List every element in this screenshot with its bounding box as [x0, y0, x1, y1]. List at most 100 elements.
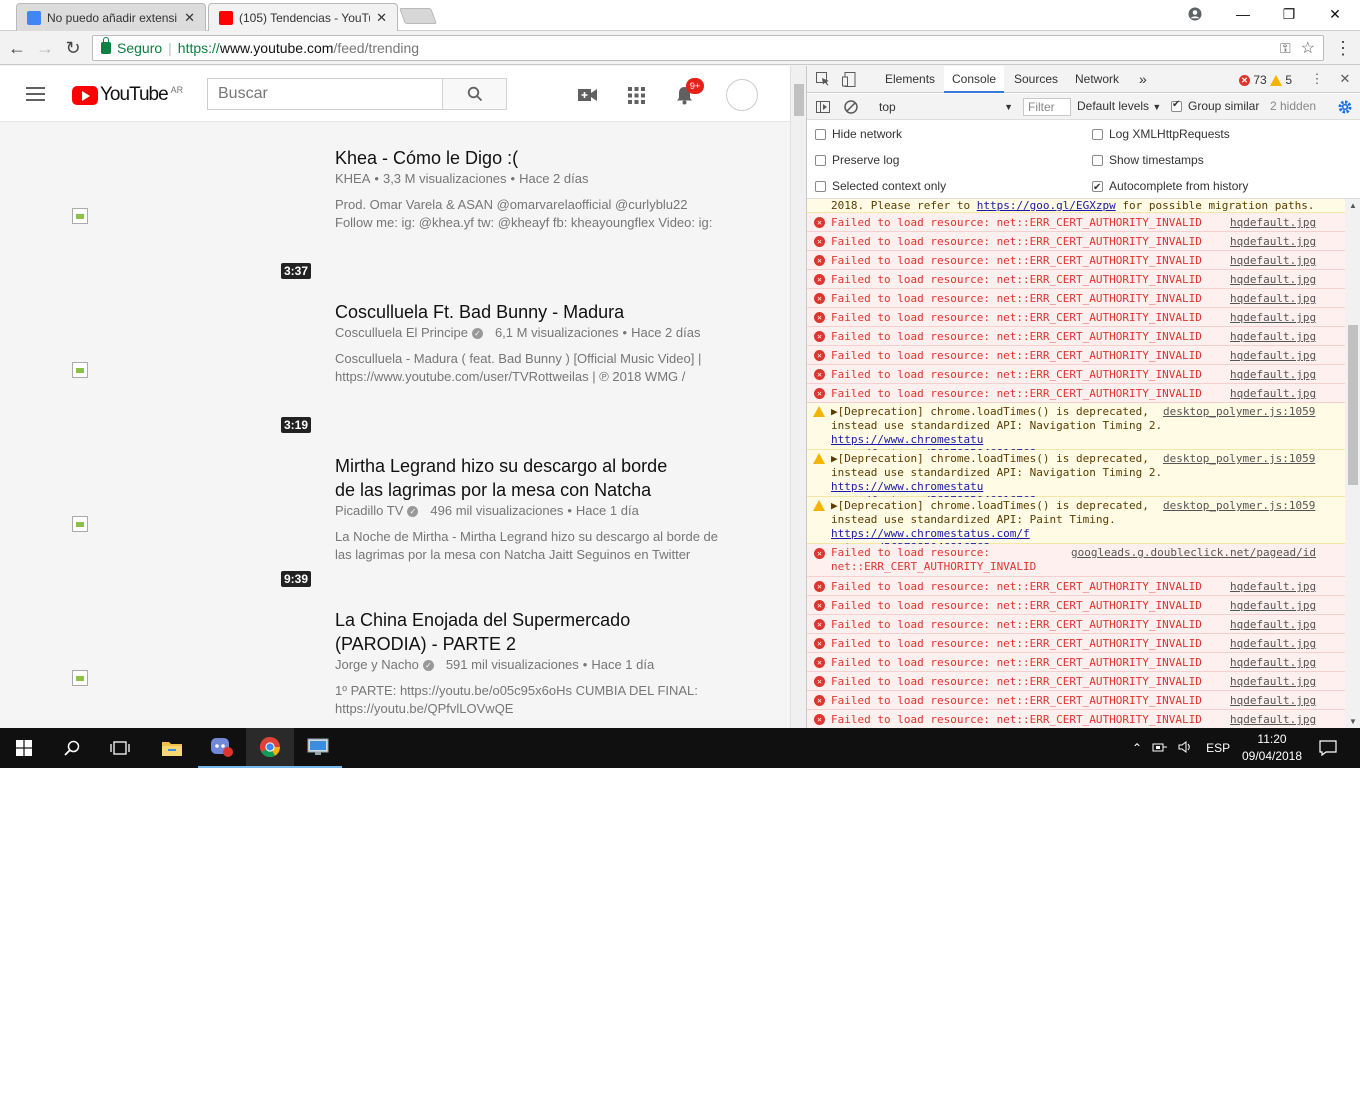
taskbar-clock[interactable]: 11:20 09/04/2018: [1236, 731, 1308, 765]
video-thumbnail-icon[interactable]: [72, 516, 88, 532]
source-link[interactable]: hqdefault.jpg: [1230, 368, 1316, 381]
avatar[interactable]: [726, 79, 758, 111]
hide-network-checkbox[interactable]: [815, 129, 826, 141]
video-item[interactable]: La China Enojada del Supermercado (PAROD…: [0, 598, 790, 728]
source-link[interactable]: hqdefault.jpg: [1230, 330, 1316, 343]
browser-tab-help[interactable]: No puedo añadir extensi ✕: [16, 3, 206, 31]
log-levels-dropdown[interactable]: Default levels ▼: [1077, 99, 1161, 113]
video-title[interactable]: Mirtha Legrand hizo su descargo al borde…: [335, 454, 675, 502]
more-tabs-icon[interactable]: »: [1131, 66, 1155, 93]
page-scrollbar[interactable]: [790, 66, 806, 728]
channel-name[interactable]: Cosculluela El Principe: [335, 325, 468, 340]
network-icon[interactable]: [1152, 741, 1168, 756]
clear-console-icon[interactable]: [843, 99, 859, 115]
language-indicator[interactable]: ESP: [1206, 741, 1230, 755]
source-link[interactable]: hqdefault.jpg: [1230, 637, 1316, 650]
key-icon[interactable]: ⚿: [1280, 40, 1291, 57]
channel-name[interactable]: KHEA: [335, 171, 370, 186]
source-link[interactable]: hqdefault.jpg: [1230, 387, 1316, 400]
group-similar-checkbox[interactable]: [1171, 99, 1182, 113]
task-view-icon[interactable]: [96, 728, 144, 768]
action-center-icon[interactable]: [1304, 728, 1352, 768]
video-thumbnail-icon[interactable]: [72, 208, 88, 224]
autocomplete-checkbox[interactable]: [1092, 179, 1103, 197]
show-timestamps-option[interactable]: Show timestamps: [1092, 151, 1204, 169]
source-link[interactable]: hqdefault.jpg: [1230, 216, 1316, 229]
source-link[interactable]: hqdefault.jpg: [1230, 713, 1316, 726]
hamburger-menu-icon[interactable]: [26, 87, 45, 105]
new-tab-button[interactable]: [399, 8, 437, 24]
source-link[interactable]: hqdefault.jpg: [1230, 675, 1316, 688]
error-counter[interactable]: ✕ 73 5: [1239, 73, 1292, 87]
source-link[interactable]: desktop_polymer.js:1059: [1163, 405, 1315, 418]
chromestatus-link[interactable]: https://www.chromestatus.com/f: [831, 527, 1030, 540]
back-arrow-icon[interactable]: ←: [6, 37, 28, 59]
source-link[interactable]: hqdefault.jpg: [1230, 694, 1316, 707]
source-link[interactable]: hqdefault.jpg: [1230, 349, 1316, 362]
search-icon[interactable]: [48, 728, 96, 768]
scroll-up-arrow-icon[interactable]: ▲: [1349, 201, 1357, 210]
tab-console[interactable]: Console: [944, 66, 1005, 93]
video-item[interactable]: 9:39 Mirtha Legrand hizo su descargo al …: [0, 444, 790, 594]
source-link[interactable]: hqdefault.jpg: [1230, 599, 1316, 612]
profile-icon[interactable]: [1172, 0, 1218, 28]
tab-sources[interactable]: Sources: [1006, 66, 1066, 93]
video-thumbnail-icon[interactable]: [72, 362, 88, 378]
chrome-menu-icon[interactable]: ⋮: [1332, 37, 1354, 59]
source-link[interactable]: googleads.g.doubleclick.net/pagead/id: [1071, 546, 1316, 559]
source-link[interactable]: hqdefault.jpg: [1230, 656, 1316, 669]
log-xhr-checkbox[interactable]: [1092, 129, 1103, 141]
show-hidden-icons-icon[interactable]: ⌃: [1132, 741, 1142, 755]
video-title[interactable]: La China Enojada del Supermercado (PAROD…: [335, 608, 675, 656]
video-title[interactable]: Cosculluela Ft. Bad Bunny - Madura: [335, 300, 715, 324]
group-similar-toggle[interactable]: Group similar: [1171, 99, 1259, 113]
file-explorer-icon[interactable]: [148, 728, 196, 768]
autocomplete-option[interactable]: Autocomplete from history: [1092, 177, 1248, 197]
inspect-element-icon[interactable]: [815, 71, 831, 87]
page-scrollbar-thumb[interactable]: [794, 84, 804, 116]
search-button[interactable]: [442, 78, 507, 110]
restore-icon[interactable]: ❐: [1266, 0, 1312, 28]
close-tab-icon[interactable]: ✕: [376, 10, 387, 26]
source-link[interactable]: hqdefault.jpg: [1230, 580, 1316, 593]
video-thumbnail-icon[interactable]: [72, 670, 88, 686]
show-sidebar-icon[interactable]: [815, 99, 831, 115]
video-item[interactable]: 3:19 Cosculluela Ft. Bad Bunny - Madura …: [0, 290, 790, 440]
upload-video-icon[interactable]: [577, 84, 599, 106]
device-toolbar-icon[interactable]: [841, 71, 857, 87]
browser-tab-youtube[interactable]: (105) Tendencias - YouTu ✕: [208, 3, 398, 31]
channel-name[interactable]: Jorge y Nacho: [335, 657, 419, 672]
reload-icon[interactable]: ↻: [62, 37, 84, 59]
source-link[interactable]: hqdefault.jpg: [1230, 292, 1316, 305]
source-link[interactable]: hqdefault.jpg: [1230, 311, 1316, 324]
chromestatus-link[interactable]: https://www.chromestatu: [831, 433, 983, 446]
preserve-log-checkbox[interactable]: [815, 155, 826, 167]
forward-arrow-icon[interactable]: →: [34, 37, 56, 59]
channel-name[interactable]: Picadillo TV: [335, 503, 403, 518]
address-bar[interactable]: Seguro | https://www.youtube.com/feed/tr…: [92, 35, 1324, 61]
migration-link[interactable]: https://goo.gl/EGXzpw: [977, 199, 1116, 212]
remote-desktop-icon[interactable]: [294, 728, 342, 768]
selected-context-option[interactable]: Selected context only: [815, 177, 946, 195]
video-item[interactable]: 3:37 Khea - Cómo le Digo :( KHEA • 3,3 M v…: [0, 136, 790, 286]
source-link[interactable]: hqdefault.jpg: [1230, 618, 1316, 631]
source-link[interactable]: hqdefault.jpg: [1230, 235, 1316, 248]
video-title[interactable]: Khea - Cómo le Digo :(: [335, 146, 715, 170]
source-link[interactable]: hqdefault.jpg: [1230, 273, 1316, 286]
console-scrollbar[interactable]: ▲ ▼: [1345, 199, 1360, 728]
minimize-icon[interactable]: —: [1220, 0, 1266, 28]
source-link[interactable]: desktop_polymer.js:1059: [1163, 452, 1315, 465]
console-settings-gear-icon[interactable]: [1337, 99, 1353, 115]
context-selector[interactable]: top ▼: [873, 98, 1013, 116]
tab-elements[interactable]: Elements: [877, 66, 943, 93]
close-devtools-icon[interactable]: ✕: [1337, 71, 1353, 87]
close-window-icon[interactable]: ✕: [1312, 0, 1358, 28]
log-xhr-option[interactable]: Log XMLHttpRequests: [1092, 125, 1230, 143]
console-filter-input[interactable]: Filter: [1023, 98, 1071, 116]
selected-context-checkbox[interactable]: [815, 181, 826, 193]
source-link[interactable]: desktop_polymer.js:1059: [1163, 499, 1315, 512]
search-input[interactable]: Buscar: [207, 78, 443, 110]
volume-icon[interactable]: [1178, 740, 1192, 756]
console-scrollbar-thumb[interactable]: [1348, 325, 1358, 485]
hide-network-option[interactable]: Hide network: [815, 125, 902, 143]
